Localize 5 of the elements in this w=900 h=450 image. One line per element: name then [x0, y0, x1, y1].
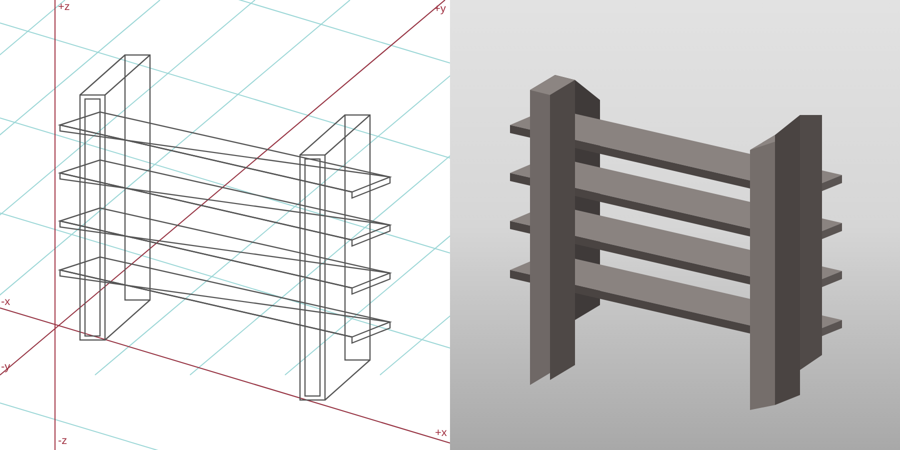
axis-label: +x: [435, 426, 447, 440]
axis-label: -z: [58, 434, 68, 448]
axis-label: +z: [58, 0, 70, 14]
axis-label: +y: [434, 2, 446, 16]
axis-label: -x: [1, 295, 10, 309]
